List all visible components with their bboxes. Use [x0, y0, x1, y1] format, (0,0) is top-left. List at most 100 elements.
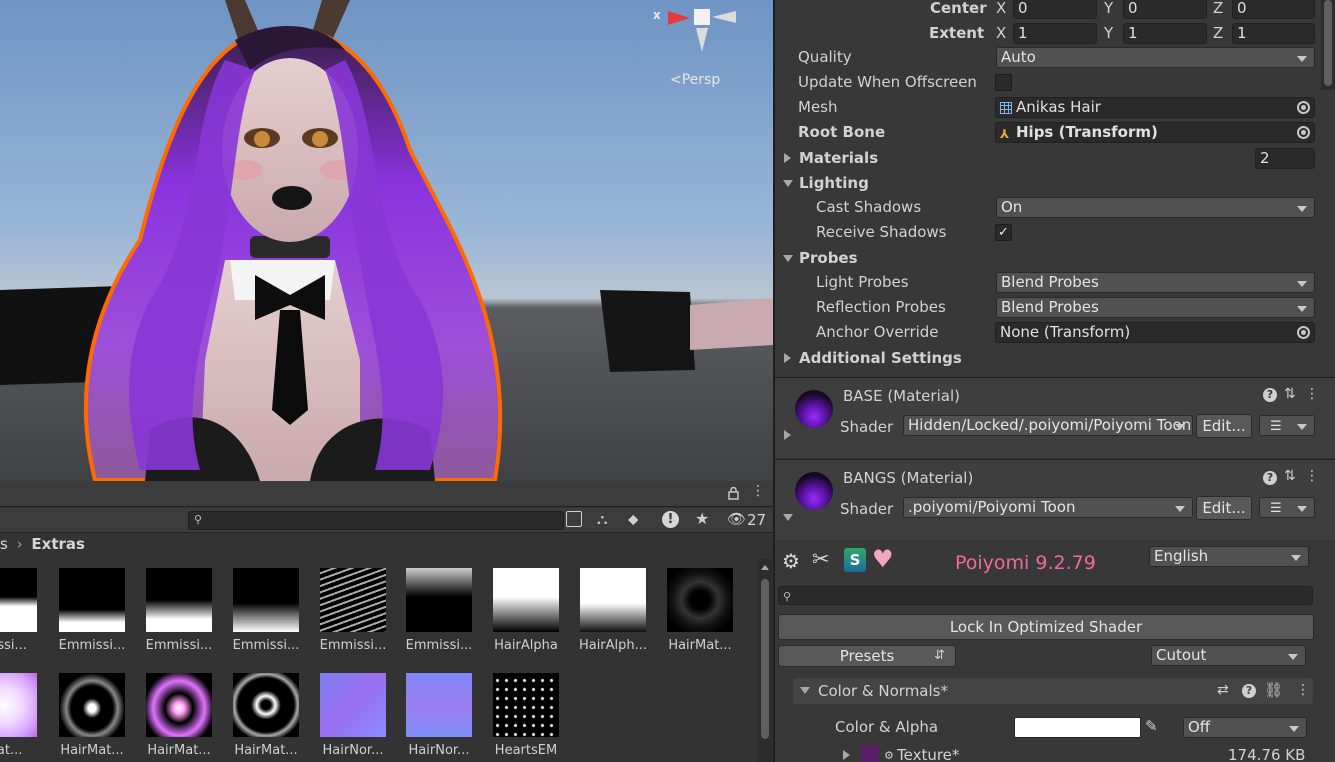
material-options-dropdown[interactable]: ☰ — [1259, 415, 1315, 436]
center-x-field[interactable]: 0 — [1013, 0, 1097, 19]
asset-thumb[interactable] — [0, 673, 37, 737]
patreon-heart-icon[interactable]: ♥ — [872, 545, 894, 573]
filter-by-type-icon[interactable]: ⛬ — [597, 510, 608, 528]
edit-shader-button[interactable]: Edit... — [1196, 496, 1252, 520]
mesh-field[interactable]: Anikas Hair — [995, 97, 1315, 118]
scene-view[interactable]: x <Persp — [0, 0, 773, 481]
lighting-row[interactable]: Lighting — [775, 171, 1335, 196]
kebab-menu-icon[interactable]: ⋮ — [1296, 682, 1310, 698]
projection-label[interactable]: <Persp — [670, 72, 720, 88]
gizmo-neg-x-cone[interactable] — [712, 11, 736, 23]
project-scrollbar[interactable] — [758, 559, 772, 762]
additional-settings-row[interactable]: Additional Settings — [775, 346, 1335, 371]
gizmo-neg-y-cone[interactable] — [696, 28, 708, 52]
search-by-type-icon[interactable] — [566, 511, 582, 527]
filter-by-label-icon[interactable]: ⬥ — [628, 510, 639, 528]
quality-dropdown[interactable]: Auto — [996, 47, 1315, 68]
shader-dropdown[interactable]: Hidden/Locked/.poiyomi/Poiyomi Toon — [903, 415, 1193, 436]
kebab-menu-icon[interactable]: ⋮ — [1305, 386, 1319, 402]
material-foldout-icon[interactable] — [784, 430, 791, 440]
kebab-menu-icon[interactable]: ⋮ — [1305, 468, 1319, 484]
help-icon[interactable]: ? — [1263, 388, 1277, 402]
asset-thumb[interactable] — [493, 673, 559, 737]
asset-thumb[interactable] — [59, 673, 125, 737]
object-picker-icon[interactable] — [1297, 326, 1310, 339]
asset-thumb[interactable] — [320, 568, 386, 632]
gizmo-x-cone[interactable] — [668, 11, 690, 25]
log-icon[interactable]: ! — [662, 511, 679, 528]
receive-shadows-checkbox[interactable]: ✓ — [995, 224, 1012, 241]
shader-dropdown[interactable]: .poiyomi/Poiyomi Toon — [903, 497, 1193, 518]
language-dropdown[interactable]: English — [1149, 546, 1309, 567]
presets-button[interactable]: Presets ⇵ — [778, 645, 956, 667]
lock-icon[interactable] — [728, 486, 739, 500]
link-icon[interactable]: ⛓ — [1264, 681, 1283, 699]
favorites-star-icon[interactable]: ★ — [695, 509, 709, 528]
asset-thumb[interactable] — [580, 568, 646, 632]
update-offscreen-checkbox[interactable] — [995, 74, 1012, 91]
materials-row[interactable]: Materials 2 — [775, 146, 1335, 171]
edit-shader-button[interactable]: Edit... — [1196, 414, 1252, 438]
material-foldout-icon[interactable] — [783, 514, 793, 521]
probes-foldout-icon[interactable] — [783, 255, 793, 262]
color-normals-section-header[interactable]: Color & Normals* ⇄ ? ⛓ ⋮ — [793, 678, 1313, 704]
gear-icon[interactable]: ⚙ — [782, 549, 800, 573]
color-mode-dropdown[interactable]: Off — [1183, 717, 1307, 738]
materials-foldout-icon[interactable] — [784, 153, 791, 163]
tools-icon[interactable]: ✂ — [812, 547, 830, 571]
section-foldout-icon[interactable] — [800, 687, 810, 694]
color-swatch[interactable] — [1014, 717, 1141, 738]
object-picker-icon[interactable] — [1297, 126, 1310, 139]
light-probes-dropdown[interactable]: Blend Probes — [996, 272, 1315, 293]
asset-thumb[interactable] — [233, 673, 299, 737]
poiyomi-header: ⚙ ✂ S ♥ Poiyomi 9.2.79 English — [775, 541, 1335, 585]
hidden-eye-icon[interactable]: 👁 — [727, 510, 746, 528]
anchor-override-field[interactable]: None (Transform) — [995, 322, 1315, 343]
extent-z-field[interactable]: 1 — [1232, 23, 1315, 44]
view-gizmo[interactable]: x — [653, 0, 740, 60]
probes-row[interactable]: Probes — [775, 246, 1335, 271]
gizmo-center-cube[interactable] — [694, 9, 710, 25]
lighting-foldout-icon[interactable] — [783, 180, 793, 187]
asset-thumb[interactable] — [667, 568, 733, 632]
asset-thumb[interactable] — [320, 673, 386, 737]
object-picker-icon[interactable] — [1297, 101, 1310, 114]
asset-thumb[interactable] — [0, 568, 37, 632]
preset-icon[interactable]: ⇅ — [1284, 386, 1296, 402]
kebab-menu-icon[interactable]: ⋮ — [751, 483, 765, 499]
texture-thumb[interactable] — [861, 745, 879, 762]
asset-thumb[interactable] — [406, 673, 472, 737]
breadcrumb-current[interactable]: Extras — [31, 535, 85, 553]
reflection-probes-dropdown[interactable]: Blend Probes — [996, 297, 1315, 318]
scroll-up-icon[interactable] — [761, 565, 769, 570]
preset-icon[interactable]: ⇅ — [1284, 468, 1296, 484]
material-options-dropdown[interactable]: ☰ — [1259, 497, 1315, 518]
center-y-field[interactable]: 0 — [1123, 0, 1207, 19]
texture-foldout-icon[interactable] — [843, 750, 850, 760]
extent-y-field[interactable]: 1 — [1123, 23, 1207, 44]
shader-search-input[interactable]: ⚲ — [778, 586, 1313, 605]
materials-count-field[interactable]: 2 — [1255, 148, 1315, 169]
project-search-input[interactable]: ⚲ — [188, 511, 564, 530]
asset-thumb[interactable] — [146, 568, 212, 632]
extent-x-field[interactable]: 1 — [1013, 23, 1097, 44]
asset-thumb[interactable] — [146, 673, 212, 737]
center-z-field[interactable]: 0 — [1232, 0, 1315, 19]
asset-thumb[interactable] — [493, 568, 559, 632]
lock-in-optimized-shader-button[interactable]: Lock In Optimized Shader — [778, 614, 1314, 640]
scroll-thumb[interactable] — [761, 579, 769, 739]
cast-shadows-dropdown[interactable]: On — [996, 197, 1315, 218]
help-icon[interactable]: ? — [1242, 684, 1256, 698]
section-preset-icon[interactable]: ⇄ — [1217, 682, 1229, 698]
asset-thumb[interactable] — [59, 568, 125, 632]
help-icon[interactable]: ? — [1263, 471, 1277, 485]
thry-icon[interactable]: S — [844, 548, 866, 572]
eyedropper-icon[interactable]: ✎ — [1145, 717, 1158, 735]
breadcrumb-prev[interactable]: s — [0, 535, 8, 553]
additional-settings-foldout-icon[interactable] — [784, 353, 791, 363]
asset-thumb[interactable] — [233, 568, 299, 632]
texture-settings-icon[interactable]: ⚙ — [884, 749, 894, 762]
asset-thumb[interactable] — [406, 568, 472, 632]
render-mode-dropdown[interactable]: Cutout — [1151, 645, 1306, 666]
root-bone-field[interactable]: ⅄ Hips (Transform) — [995, 122, 1315, 143]
